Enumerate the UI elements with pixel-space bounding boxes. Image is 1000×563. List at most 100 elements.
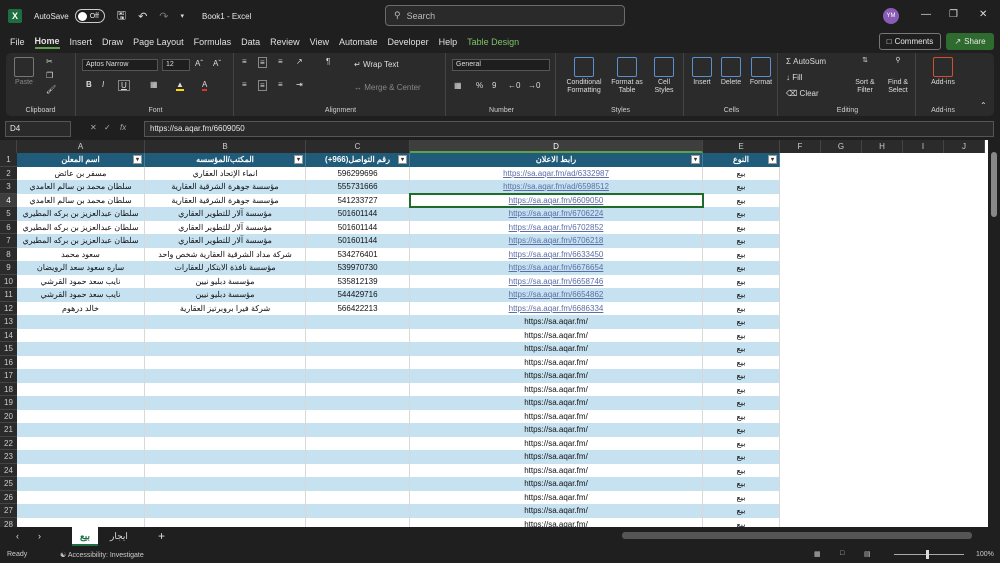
cell-e[interactable]: بيع	[703, 342, 780, 356]
avatar[interactable]: YM	[883, 8, 899, 24]
cell-b[interactable]: مؤسسة آلار للتطوير العقاري	[145, 234, 306, 248]
cell-c[interactable]	[306, 342, 410, 356]
cell-styles-button[interactable]: Cell Styles	[648, 57, 680, 95]
cell-b[interactable]: انماء الإتحاد العقاري	[145, 166, 306, 180]
tab-draw[interactable]: Draw	[102, 37, 123, 47]
cell-a[interactable]	[17, 436, 145, 450]
cell-b[interactable]	[145, 504, 306, 518]
format-as-table-button[interactable]: Format as Table	[608, 57, 646, 95]
redo-icon[interactable]: ↷	[159, 10, 168, 23]
cell-a[interactable]	[17, 477, 145, 491]
underline-icon[interactable]: U	[118, 80, 130, 91]
minimize-icon[interactable]: —	[921, 9, 931, 20]
cell-a[interactable]	[17, 315, 145, 329]
column-header-a[interactable]: A	[17, 140, 145, 153]
column-header-c[interactable]: C	[306, 140, 410, 153]
row-header[interactable]: 4	[0, 193, 17, 207]
header-cell-d[interactable]: رابط الاعلان ▾	[410, 153, 703, 167]
row-header[interactable]: 24	[0, 463, 17, 477]
select-all-corner[interactable]	[0, 140, 17, 153]
cell-d[interactable]: https://sa.aqar.fm/	[410, 517, 703, 527]
filter-dropdown-icon[interactable]: ▾	[691, 155, 700, 164]
row-header[interactable]: 25	[0, 477, 17, 491]
format-painter-icon[interactable]: 🖌	[46, 85, 56, 94]
cell-e[interactable]: بيع	[703, 396, 780, 410]
cell-d[interactable]: https://sa.aqar.fm/ad/6332987	[410, 166, 703, 180]
cell-d[interactable]: https://sa.aqar.fm/	[410, 315, 703, 329]
cell-c[interactable]	[306, 463, 410, 477]
cell-b[interactable]: مؤسسة جوهرة الشرقية العقارية	[145, 180, 306, 194]
italic-icon[interactable]: I	[102, 80, 104, 89]
cell-e[interactable]: بيع	[703, 463, 780, 477]
cell-c[interactable]	[306, 436, 410, 450]
cell-a[interactable]: سلطان محمد بن سالم العامدي	[17, 180, 145, 194]
cell-d[interactable]: https://sa.aqar.fm/	[410, 463, 703, 477]
cell-d[interactable]: https://sa.aqar.fm/ad/6598512	[410, 180, 703, 194]
cell-c[interactable]	[306, 382, 410, 396]
column-header-b[interactable]: B	[145, 140, 306, 153]
cell-e[interactable]: بيع	[703, 274, 780, 288]
row-header[interactable]: 28	[0, 517, 17, 527]
cell-b[interactable]	[145, 396, 306, 410]
column-header-f[interactable]: F	[780, 140, 821, 153]
cell-b[interactable]	[145, 477, 306, 491]
cell-d[interactable]: https://sa.aqar.fm/	[410, 342, 703, 356]
cell-e[interactable]: بيع	[703, 315, 780, 329]
cell-b[interactable]: شركة مداد الشرقية العقارية شخص واحد	[145, 247, 306, 261]
cell-e[interactable]: بيع	[703, 423, 780, 437]
row-header[interactable]: 12	[0, 301, 17, 315]
cell-b[interactable]: مؤسسة دبليو نيين	[145, 274, 306, 288]
cell-b[interactable]	[145, 409, 306, 423]
cell-b[interactable]: مؤسسة نافذة الابتكار للعقارات	[145, 261, 306, 275]
header-cell-e[interactable]: النوع ▾	[703, 153, 780, 167]
cell-a[interactable]	[17, 355, 145, 369]
cell-a[interactable]	[17, 490, 145, 504]
cell-e[interactable]: بيع	[703, 409, 780, 423]
fill-button[interactable]: ↓ Fill	[786, 73, 802, 82]
font-family-select[interactable]: Aptos Narrow	[82, 59, 158, 71]
cell-d[interactable]: https://sa.aqar.fm/	[410, 477, 703, 491]
tab-view[interactable]: View	[310, 37, 329, 47]
filter-dropdown-icon[interactable]: ▾	[294, 155, 303, 164]
format-cells-button[interactable]: Format	[746, 57, 776, 87]
decrease-font-icon[interactable]: Aˇ	[213, 59, 221, 68]
row-header[interactable]: 13	[0, 315, 17, 329]
column-header-d[interactable]: D	[410, 140, 703, 153]
cell-b[interactable]: شركة فيرا بروبرتيز العقارية	[145, 301, 306, 315]
save-icon[interactable]: 🖫	[117, 7, 126, 26]
filter-dropdown-icon[interactable]: ▾	[768, 155, 777, 164]
cell-d[interactable]: https://sa.aqar.fm/	[410, 436, 703, 450]
cell-a[interactable]: سلطان عبدالعزيز بن بركه المطيري	[17, 207, 145, 221]
header-cell-b[interactable]: المكتب/المؤسسه ▾	[145, 153, 306, 167]
cell-c[interactable]	[306, 369, 410, 383]
filter-dropdown-icon[interactable]: ▾	[133, 155, 142, 164]
cell-c[interactable]: 566422213	[306, 301, 410, 315]
row-header[interactable]: 10	[0, 274, 17, 288]
align-bottom-icon[interactable]: ≡	[278, 57, 283, 66]
sheet-tab-rent[interactable]: ايجار	[102, 527, 136, 546]
cell-e[interactable]: بيع	[703, 234, 780, 248]
row-header[interactable]: 9	[0, 261, 17, 275]
restore-icon[interactable]: ❐	[949, 9, 958, 20]
align-top-icon[interactable]: ≡	[242, 57, 247, 66]
percent-icon[interactable]: %	[476, 81, 483, 90]
cell-b[interactable]	[145, 355, 306, 369]
search-box[interactable]: ⚲ Search	[385, 5, 625, 26]
row-header[interactable]: 7	[0, 234, 17, 248]
row-header[interactable]: 27	[0, 504, 17, 518]
cell-d[interactable]: https://sa.aqar.fm/	[410, 396, 703, 410]
cancel-icon[interactable]: ✕	[90, 123, 97, 132]
cell-e[interactable]: بيع	[703, 355, 780, 369]
merge-center-button[interactable]: ↔ Merge & Center	[354, 83, 421, 92]
cell-e[interactable]: بيع	[703, 261, 780, 275]
normal-view-icon[interactable]: ▦	[814, 550, 821, 558]
cell-d[interactable]: https://sa.aqar.fm/6676654	[410, 261, 703, 275]
vertical-scrollbar[interactable]	[988, 140, 1000, 527]
row-header[interactable]: 26	[0, 490, 17, 504]
cell-d[interactable]: https://sa.aqar.fm/6706218	[410, 234, 703, 248]
cell-a[interactable]	[17, 517, 145, 527]
find-select-button[interactable]: ⚲ Find & Select	[882, 57, 914, 95]
cell-c[interactable]	[306, 450, 410, 464]
increase-font-icon[interactable]: Aˆ	[195, 59, 203, 68]
cell-a[interactable]	[17, 396, 145, 410]
